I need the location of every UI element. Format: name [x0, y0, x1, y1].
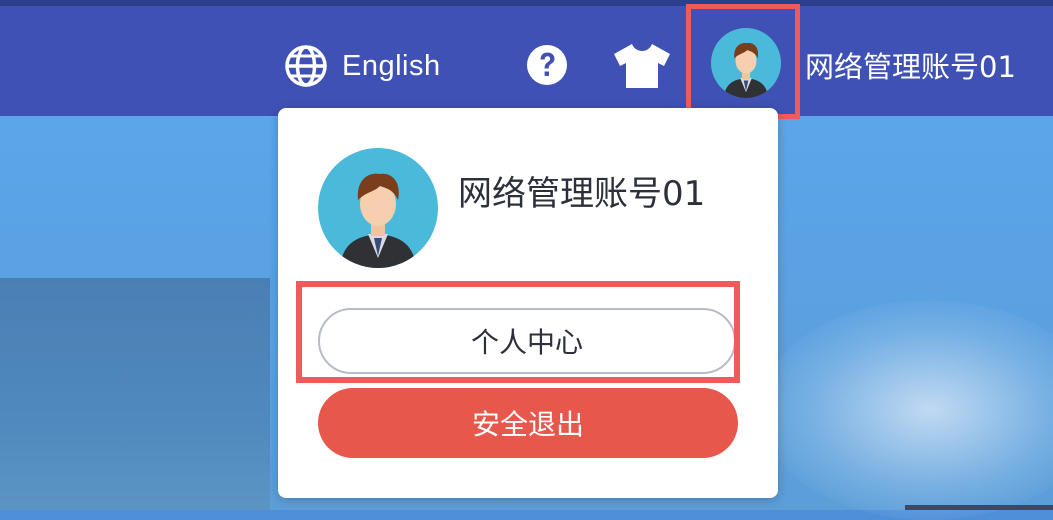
- avatar-large: [318, 148, 438, 268]
- tshirt-icon[interactable]: [612, 42, 672, 90]
- background-panel: [0, 278, 270, 510]
- profile-highlight-box: [296, 281, 740, 383]
- username-top[interactable]: 网络管理账号01: [805, 44, 1016, 86]
- question-icon[interactable]: [526, 44, 568, 86]
- background-corner: [905, 505, 1053, 510]
- dropdown-username: 网络管理账号01: [458, 174, 706, 214]
- globe-icon: [285, 45, 327, 87]
- logout-button[interactable]: 安全退出: [318, 388, 738, 458]
- user-avatar[interactable]: [711, 28, 781, 98]
- language-switcher[interactable]: English: [284, 40, 441, 92]
- language-label: English: [342, 49, 441, 82]
